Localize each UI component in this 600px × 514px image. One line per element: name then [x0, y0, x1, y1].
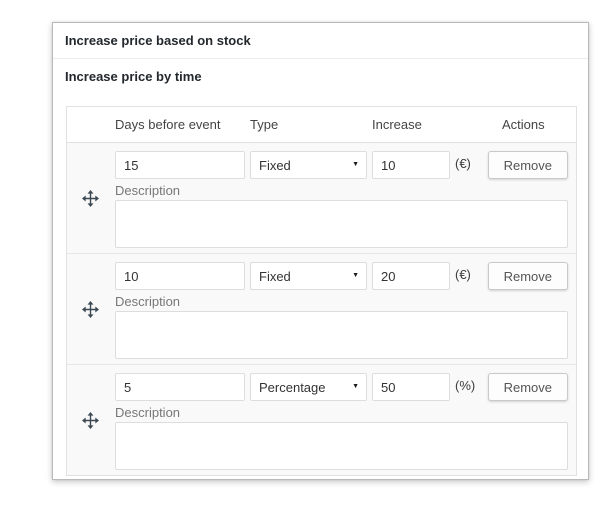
- description-textarea[interactable]: [115, 200, 568, 248]
- column-header-days: Days before event: [115, 117, 250, 132]
- price-rule-row: Fixed ▼ (€) Remove Description: [67, 143, 576, 253]
- move-icon: [82, 301, 99, 318]
- price-rule-row: Fixed ▼ (€) Remove Description: [67, 253, 576, 364]
- section-header-stock[interactable]: Increase price based on stock: [53, 23, 588, 59]
- remove-button[interactable]: Remove: [488, 373, 568, 401]
- description-label: Description: [115, 295, 568, 309]
- column-header-type: Type: [250, 117, 372, 132]
- description-label: Description: [115, 406, 568, 420]
- type-select-value: Fixed: [259, 269, 291, 284]
- type-select[interactable]: Percentage ▼: [250, 373, 367, 401]
- days-before-event-input[interactable]: [115, 151, 245, 179]
- remove-button[interactable]: Remove: [488, 262, 568, 290]
- table-header-row: Days before event Type Increase Actions: [67, 107, 576, 143]
- increase-unit: (€): [455, 151, 471, 171]
- price-rule-row: Percentage ▼ (%) Remove Description: [67, 364, 576, 475]
- drag-handle[interactable]: [80, 300, 100, 318]
- remove-button[interactable]: Remove: [488, 151, 568, 179]
- type-select[interactable]: Fixed ▼: [250, 262, 367, 290]
- section-header-time[interactable]: Increase price by time: [53, 59, 588, 94]
- increase-unit: (%): [455, 373, 475, 393]
- days-before-event-input[interactable]: [115, 262, 245, 290]
- type-select[interactable]: Fixed ▼: [250, 151, 367, 179]
- increase-input[interactable]: [372, 151, 450, 179]
- type-select-value: Percentage: [259, 380, 326, 395]
- move-icon: [82, 190, 99, 207]
- column-header-increase: Increase: [372, 117, 502, 132]
- increase-input[interactable]: [372, 262, 450, 290]
- days-before-event-input[interactable]: [115, 373, 245, 401]
- increase-input[interactable]: [372, 373, 450, 401]
- description-textarea[interactable]: [115, 422, 568, 470]
- price-rules-table: Days before event Type Increase Actions …: [66, 106, 577, 476]
- chevron-down-icon: ▼: [352, 271, 359, 281]
- type-select-value: Fixed: [259, 158, 291, 173]
- move-icon: [82, 412, 99, 429]
- column-header-actions: Actions: [502, 117, 568, 132]
- chevron-down-icon: ▼: [352, 382, 359, 392]
- chevron-down-icon: ▼: [352, 160, 359, 170]
- increase-unit: (€): [455, 262, 471, 282]
- description-textarea[interactable]: [115, 311, 568, 359]
- settings-panel: Increase price based on stock Increase p…: [52, 22, 589, 480]
- drag-handle[interactable]: [80, 411, 100, 429]
- drag-handle[interactable]: [80, 189, 100, 207]
- description-label: Description: [115, 184, 568, 198]
